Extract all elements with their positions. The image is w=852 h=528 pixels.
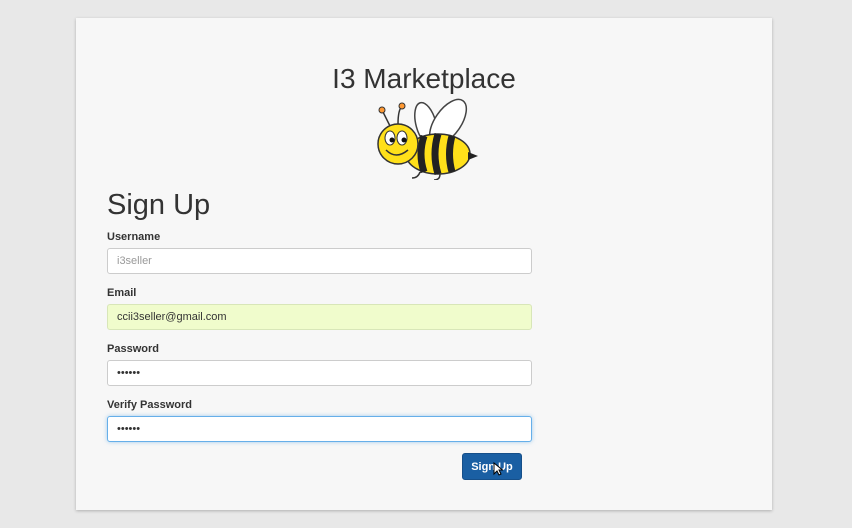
email-label: Email <box>107 287 137 299</box>
email-field[interactable] <box>107 304 532 330</box>
verify-password-field[interactable] <box>107 416 532 442</box>
username-field[interactable] <box>107 248 532 274</box>
sign-up-button[interactable]: Sign Up <box>462 453 522 480</box>
password-field[interactable] <box>107 360 532 386</box>
password-label: Password <box>107 343 159 355</box>
brand-title: I3 Marketplace <box>332 63 516 94</box>
verify-password-label: Verify Password <box>107 399 192 411</box>
signup-panel: I3 Marketplace Sign Up Username Email Pa <box>76 18 772 510</box>
page-title: Sign Up <box>107 189 211 221</box>
bee-icon <box>377 98 478 180</box>
username-label: Username <box>107 231 161 243</box>
